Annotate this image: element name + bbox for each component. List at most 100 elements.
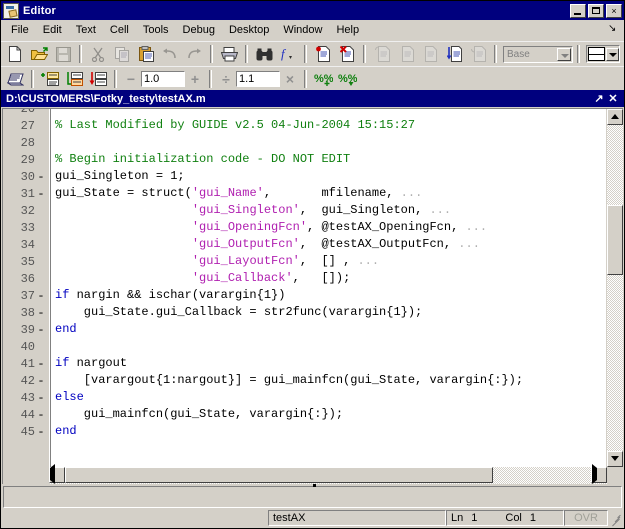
line-number-row[interactable]: 45- [3,423,49,440]
line-number-row[interactable]: 31- [3,185,49,202]
set-breakpoint-button[interactable] [311,43,335,66]
step-in-button[interactable] [394,43,418,66]
status-overwrite-indicator[interactable]: OVR [564,510,608,526]
breakpoint-slot[interactable]: - [35,391,47,405]
splitter-handle-icon[interactable] [312,484,316,487]
line-number-row[interactable]: 43- [3,389,49,406]
code-line[interactable]: % Last Modified by GUIDE v2.5 04-Jun-200… [55,117,606,134]
menu-text[interactable]: Text [69,22,103,38]
cell-increment-input[interactable]: 1.0 [141,70,185,87]
line-number-row[interactable]: 36 [3,270,49,287]
undo-button[interactable] [158,43,182,66]
increase-button[interactable]: + [185,71,205,87]
open-file-button[interactable] [27,43,51,66]
line-number-row[interactable]: 42- [3,372,49,389]
paste-button[interactable] [134,43,158,66]
breakpoint-slot[interactable]: - [35,357,47,371]
menu-overflow-icon[interactable]: ↘ [608,24,618,34]
code-line[interactable]: if nargout [55,355,606,372]
chevron-down-icon[interactable] [557,47,571,61]
vertical-scrollbar[interactable] [606,109,623,467]
breakpoint-slot[interactable]: - [35,306,47,320]
step-out-button[interactable] [418,43,442,66]
evaluate-cell-button[interactable]: %% [311,67,335,90]
breakpoint-slot[interactable]: - [35,408,47,422]
cell-mode-button[interactable] [3,67,27,90]
function-browser-button[interactable]: f [276,43,300,66]
vscroll-thumb[interactable] [607,205,623,275]
line-number-row[interactable]: 41- [3,355,49,372]
code-line[interactable] [55,338,606,355]
stack-workspace-select[interactable]: Base [503,45,573,63]
breakpoint-slot[interactable]: - [35,374,47,388]
line-number-row[interactable]: 37- [3,287,49,304]
line-number-row[interactable]: 33 [3,219,49,236]
menu-tools[interactable]: Tools [136,22,176,38]
line-number-row[interactable]: 38- [3,304,49,321]
code-line[interactable]: gui_Singleton = 1; [55,168,606,185]
scroll-up-button[interactable] [607,109,623,125]
print-button[interactable] [217,43,241,66]
scroll-left-button[interactable] [49,464,65,484]
exit-debug-button[interactable] [466,43,490,66]
menu-help[interactable]: Help [329,22,366,38]
horizontal-scrollbar[interactable] [49,464,607,484]
line-number-row[interactable]: 40 [3,338,49,355]
breakpoint-slot[interactable]: - [35,289,47,303]
code-line[interactable]: [varargout{1:nargout}] = gui_mainfcn(gui… [55,372,606,389]
find-button[interactable] [252,43,276,66]
menu-window[interactable]: Window [276,22,329,38]
insert-cell-above-button[interactable] [62,67,86,90]
code-line[interactable]: gui_mainfcn(gui_State, varargin{:}); [55,406,606,423]
code-line[interactable]: if nargin && ischar(varargin{1}) [55,287,606,304]
vscroll-track[interactable] [607,125,623,451]
close-document-icon[interactable]: ✕ [606,92,620,105]
chevron-down-icon[interactable] [606,47,619,61]
document-tab-strip[interactable] [3,484,622,508]
cut-button[interactable] [86,43,110,66]
hscroll-thumb[interactable] [65,467,493,483]
redo-button[interactable] [182,43,206,66]
save-file-button[interactable] [51,43,75,66]
copy-button[interactable] [110,43,134,66]
resize-grip-icon[interactable] [608,510,622,527]
code-line[interactable]: end [55,321,606,338]
code-line[interactable]: 'gui_OpeningFcn', @testAX_OpeningFcn, ..… [55,219,606,236]
continue-button[interactable] [442,43,466,66]
menu-cell[interactable]: Cell [103,22,136,38]
clear-breakpoints-button[interactable] [335,43,359,66]
code-line[interactable]: % Begin initialization code - DO NOT EDI… [55,151,606,168]
new-file-button[interactable] [3,43,27,66]
line-number-row[interactable]: 30- [3,168,49,185]
line-number-row[interactable]: 26 [3,109,49,117]
code-line[interactable]: 'gui_LayoutFcn', [] , ... [55,253,606,270]
breakpoint-slot[interactable]: - [35,170,47,184]
menu-desktop[interactable]: Desktop [222,22,276,38]
decrease-button[interactable]: − [121,71,141,87]
minimize-button[interactable] [570,3,586,18]
divide-button[interactable]: ÷ [216,71,236,87]
code-line[interactable] [55,109,606,117]
insert-cell-divider-button[interactable] [38,67,62,90]
code-line[interactable]: gui_State.gui_Callback = str2func(vararg… [55,304,606,321]
line-number-row[interactable]: 32 [3,202,49,219]
maximize-button[interactable] [588,3,604,18]
tile-layout-button[interactable] [586,45,620,63]
multiply-button[interactable]: × [280,71,300,87]
code-line[interactable]: else [55,389,606,406]
breakpoint-slot[interactable]: - [35,425,47,439]
line-number-row[interactable]: 28 [3,134,49,151]
menu-debug[interactable]: Debug [176,22,222,38]
line-number-row[interactable]: 44- [3,406,49,423]
line-number-row[interactable]: 35 [3,253,49,270]
scroll-right-button[interactable] [591,464,607,484]
breakpoint-slot[interactable]: - [35,187,47,201]
code-line[interactable] [55,134,606,151]
evaluate-cell-advance-button[interactable]: %% [335,67,359,90]
insert-cell-below-button[interactable] [86,67,110,90]
breakpoint-slot[interactable]: - [35,323,47,337]
code-line[interactable]: 'gui_OutputFcn', @testAX_OutputFcn, ... [55,236,606,253]
line-number-row[interactable]: 27 [3,117,49,134]
cell-factor-input[interactable]: 1.1 [236,70,280,87]
scroll-down-button[interactable] [607,451,623,467]
